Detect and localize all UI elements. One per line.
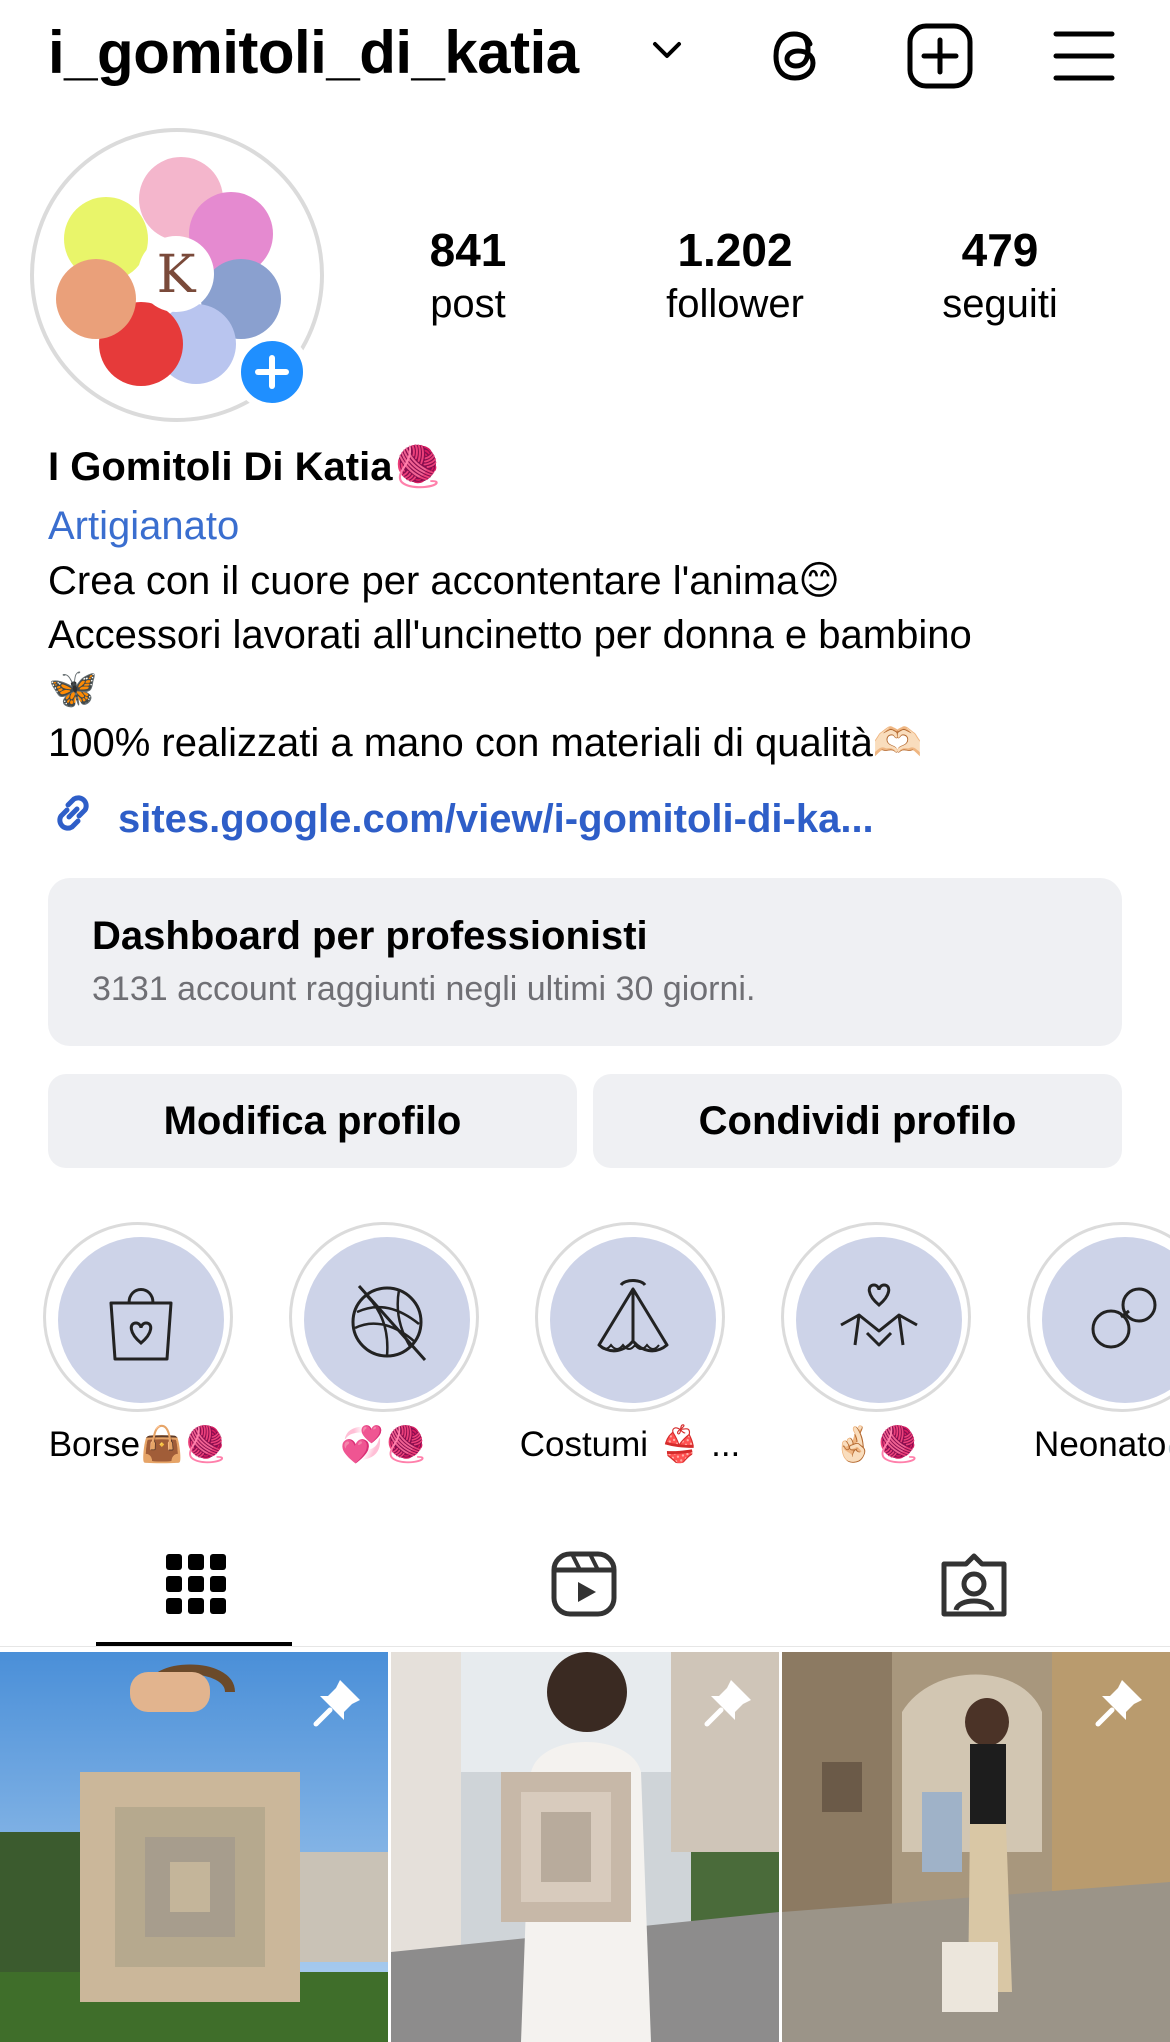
- highlight-label: 💞🧶: [340, 1425, 428, 1464]
- bio-line: 100% realizzati a mano con materiali di …: [48, 721, 923, 765]
- stat-label: seguiti: [942, 282, 1058, 326]
- bikini-icon: [597, 1279, 669, 1353]
- share-profile-button[interactable]: Condividi profilo: [593, 1074, 1122, 1168]
- stat-posts[interactable]: 841 post: [358, 222, 578, 330]
- stat-following[interactable]: 479 seguiti: [890, 222, 1110, 330]
- stat-value: 479: [961, 224, 1039, 276]
- pin-icon: [704, 1680, 751, 1727]
- highlight-ring: [1027, 1222, 1170, 1412]
- stat-label: follower: [666, 282, 804, 326]
- highlight-label: Neonato🍼: [1034, 1425, 1170, 1464]
- stat-value: 1.202: [677, 224, 793, 276]
- professional-dashboard[interactable]: Dashboard per professionisti 3131 accoun…: [48, 878, 1122, 1046]
- stat-value: 841: [429, 224, 507, 276]
- stat-followers[interactable]: 1.202 follower: [625, 222, 845, 330]
- post-thumbnail[interactable]: [0, 1652, 388, 2042]
- profile-link[interactable]: sites.google.com/view/i-gomitoli-di-ka..…: [48, 788, 874, 844]
- handshake-heart-icon: [840, 1283, 918, 1347]
- reels-icon[interactable]: [548, 1548, 620, 1620]
- add-story-button[interactable]: [234, 334, 310, 410]
- pin-icon: [1095, 1680, 1142, 1727]
- shopping-bag-heart-icon: [109, 1288, 173, 1361]
- highlight-cover: [304, 1237, 470, 1403]
- highlight-label: 🤞🏻🧶: [832, 1425, 920, 1464]
- profile-header: i_gomitoli_di_katia: [0, 0, 1170, 110]
- pin-icon: [313, 1680, 360, 1727]
- highlight-label: Costumi 👙 ...: [519, 1425, 741, 1464]
- dashboard-subtitle: 3131 account raggiunti negli ultimi 30 g…: [92, 970, 756, 1008]
- post-thumbnail[interactable]: [782, 1652, 1170, 2042]
- account-username[interactable]: i_gomitoli_di_katia: [48, 18, 579, 87]
- highlight-ring: [43, 1222, 233, 1412]
- bio-line: Accessori lavorati all'uncinetto per don…: [48, 613, 972, 657]
- dashboard-title: Dashboard per professionisti: [92, 914, 648, 958]
- menu-icon[interactable]: [1048, 20, 1120, 92]
- highlight-cover: [550, 1237, 716, 1403]
- highlight-label: Borse👜🧶: [48, 1425, 228, 1464]
- post-thumbnail[interactable]: [391, 1652, 779, 2042]
- tab-divider: [0, 1646, 1170, 1647]
- highlight-ring: [535, 1222, 725, 1412]
- link-icon: [57, 795, 89, 831]
- profile-category[interactable]: Artigianato: [48, 502, 239, 550]
- profile-link-text: sites.google.com/view/i-gomitoli-di-ka..…: [118, 797, 874, 841]
- tagged-icon[interactable]: [938, 1548, 1010, 1620]
- avatar-monogram: K: [157, 245, 197, 305]
- highlight-cover: [58, 1237, 224, 1403]
- add-post-icon[interactable]: [904, 20, 976, 92]
- yarn-ball-icon: [351, 1285, 427, 1361]
- stat-label: post: [430, 282, 506, 326]
- pacifier-icon: [1091, 1287, 1157, 1349]
- bio-line: 🦋: [48, 667, 98, 711]
- highlight-ring: [781, 1222, 971, 1412]
- edit-profile-button[interactable]: Modifica profilo: [48, 1074, 577, 1168]
- highlight-cover: [1042, 1237, 1170, 1403]
- bio-line: Crea con il cuore per accontentare l'ani…: [48, 559, 840, 603]
- highlight-ring: [289, 1222, 479, 1412]
- threads-icon[interactable]: [760, 20, 832, 92]
- grid-icon[interactable]: [160, 1548, 232, 1620]
- plus-icon: [255, 355, 289, 389]
- chevron-down-icon[interactable]: [652, 40, 682, 60]
- profile-display-name: I Gomitoli Di Katia🧶: [48, 445, 443, 489]
- highlight-cover: [796, 1237, 962, 1403]
